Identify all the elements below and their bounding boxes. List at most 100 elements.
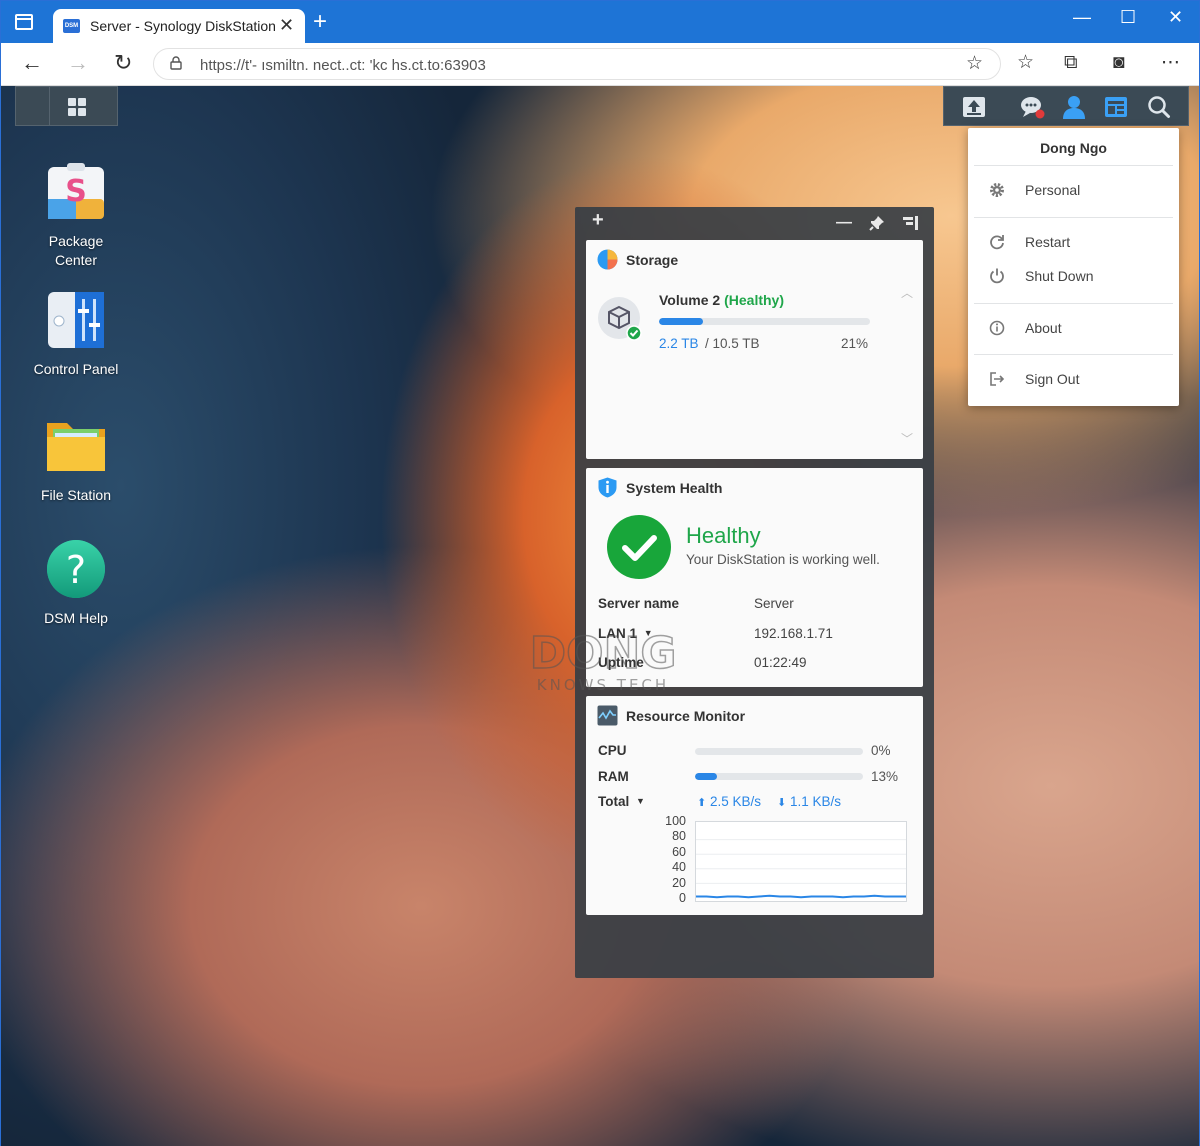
user-name: Dong Ngo [1040,140,1107,156]
title-bar: DSM Server - Synology DiskStation ✕ + — … [1,1,1199,43]
taskbar-right [943,86,1189,126]
menu-item-label: Shut Down [1025,268,1094,284]
menu-item-sign-out[interactable]: Sign Out [968,365,1179,395]
app-label: File Station [40,487,112,503]
restart-icon [990,235,1004,250]
app-label: Package Center [48,233,104,268]
collections-icon[interactable]: ⧉ [1064,52,1078,74]
info-icon [989,320,1005,336]
y-tick-label: 100 [665,814,686,828]
svg-text:S: S [65,174,87,209]
lock-icon [170,56,182,70]
address-bar[interactable]: https://t'- ısmiltn. nect..ct: 'kc h⁣s.c… [153,48,1001,80]
y-tick-label: 60 [672,845,686,859]
add-widget-icon[interactable]: + [592,210,604,230]
main-menu-bar [15,86,118,126]
reload-icon[interactable]: ↻ [114,51,132,75]
main-menu-icon[interactable] [68,98,86,116]
favorite-star-icon[interactable]: ☆ [966,52,983,75]
volume-name-text: Volume 2 [659,292,721,308]
widget-panel-header: + — [575,207,934,239]
dropdown-caret-icon: ▼ [636,796,645,806]
browser-tab[interactable]: DSM Server - Synology DiskStation ✕ [53,9,305,43]
cpu-percent: 0% [871,743,891,758]
user-options-icon[interactable] [1061,94,1087,120]
app-label: DSM Help [44,610,108,626]
y-tick-label: 20 [672,876,686,890]
upload-rate-value: 2.5 KB/s [709,794,762,809]
volume-name: Volume 2 (Healthy) [659,292,784,308]
scroll-down-icon[interactable]: ﹀ [901,430,913,447]
download-arrow-icon: ⬇ [777,797,787,809]
control-panel-icon [48,292,104,348]
menu-item-label: Restart [1025,234,1071,250]
health-message: Your DiskStation is working well. [686,552,880,567]
menu-item-personal[interactable]: Personal [968,176,1179,206]
menu-separator [974,354,1173,355]
menu-separator [974,217,1173,218]
close-window-icon[interactable]: ✕ [1168,7,1183,28]
maximize-icon[interactable]: ☐ [1120,7,1136,28]
ram-usage-fill [695,773,717,780]
sidebar-toggle-icon[interactable] [15,14,33,30]
menu-item-restart[interactable]: Restart [968,228,1179,258]
network-chart [695,821,907,902]
close-tab-icon[interactable]: ✕ [279,15,294,36]
minimize-widget-icon[interactable]: — [836,214,852,232]
widgets-icon[interactable] [1103,94,1129,120]
bar-divider [49,87,50,125]
ram-usage-bar [695,773,863,780]
notifications-icon[interactable] [1019,94,1045,120]
y-tick-label: 40 [672,860,686,874]
desktop-app-control-panel[interactable]: Control Panel [21,289,131,379]
browser-window: DSM Server - Synology DiskStation ✕ + — … [0,0,1200,1146]
upload-queue-icon[interactable] [961,94,987,120]
minimize-icon[interactable]: — [1073,7,1091,28]
health-status: Healthy [686,523,761,548]
menu-item-shut-down[interactable]: Shut Down [968,262,1179,292]
storage-widget: Storage Volume 2 (Healthy) 2.2 TB / 10.5… [586,240,923,459]
collapse-panel-icon[interactable] [903,216,919,230]
more-options-icon[interactable]: ⋯ [1161,52,1180,74]
menu-item-label: Personal [1025,182,1081,198]
desktop-app-file-station[interactable]: File Station [21,415,131,505]
healthy-check-icon [607,515,671,579]
network-total-selector[interactable]: Total ▼ [598,794,645,809]
scroll-up-icon[interactable]: ︿ [901,284,913,301]
resource-monitor-title: Resource Monitor [626,708,746,724]
download-rate-value: 1.1 KB/s [789,794,842,809]
widget-panel: + — Storage Volume 2 (Healthy) 2.2 TB / … [575,207,934,978]
resource-monitor-widget: Resource Monitor CPU 0% RAM 13% Total ▼ … [586,696,923,915]
desktop-app-package-center[interactable]: S Package Center [21,161,131,270]
pin-icon[interactable] [869,215,885,231]
file-station-icon [47,423,105,471]
favorites-icon[interactable]: ☆ [1017,52,1034,74]
desktop-app-dsm-help[interactable]: ? DSM Help [21,538,131,628]
volume-icon [598,297,642,341]
menu-separator [974,303,1173,304]
app-label: Control Panel [33,361,119,377]
volume-usage-fill [659,318,704,325]
menu-separator [974,165,1173,166]
search-icon[interactable] [1146,94,1172,120]
cpu-usage-bar [695,748,863,755]
menu-item-label: Sign Out [1025,371,1080,387]
server-name-label: Server name [598,596,680,611]
dsm-help-icon: ? [47,540,105,598]
gear-icon [990,183,1004,197]
extension-icon[interactable]: ◙ [1113,52,1124,74]
upload-arrow-icon: ⬆ [697,797,707,809]
new-tab-icon[interactable]: + [313,9,327,35]
watermark-line2: KNOWS TECH [537,676,669,694]
upload-rate: ⬆ 2.5 KB/s [697,794,761,809]
y-tick-label: 80 [672,829,686,843]
menu-item-about[interactable]: About [968,314,1179,344]
forward-icon[interactable]: → [67,51,89,75]
back-icon[interactable]: ← [21,51,43,75]
ram-label: RAM [598,769,629,784]
dsm-favicon-icon: DSM [63,19,80,33]
tab-title: Server - Synology DiskStation [90,18,276,34]
dong-knows-tech-watermark: DONG KNOWS TECH [529,627,677,694]
sign-out-icon [990,372,1005,386]
user-menu: Dong Ngo Personal Restart Shut Down Abou… [968,128,1179,406]
